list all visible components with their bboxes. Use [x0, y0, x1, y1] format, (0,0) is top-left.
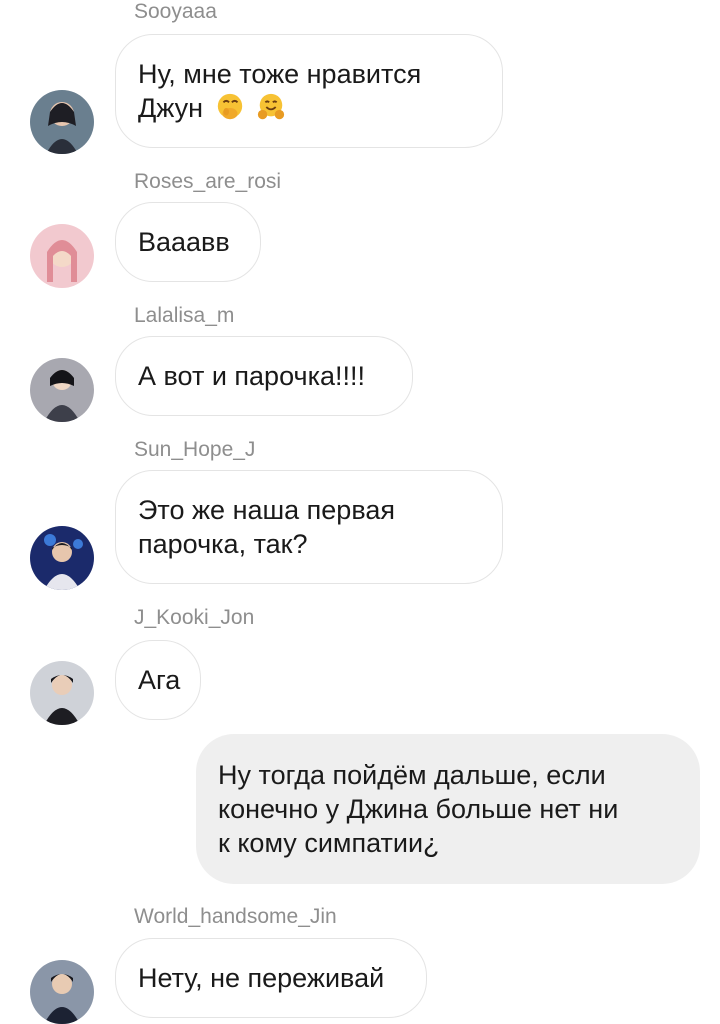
message-bubble[interactable]: А вот и парочка!!!! [115, 336, 413, 416]
message-bubble[interactable]: Ну, мне тоже нравится Джун [115, 34, 503, 148]
message-text: Ну тогда пойдём дальше, если [218, 760, 606, 790]
message-text: Это же наша первая [138, 495, 396, 525]
avatar-lalalisa[interactable] [30, 358, 94, 422]
message-bubble[interactable]: Нету, не переживай [115, 938, 427, 1018]
message-bubble[interactable]: Вааавв [115, 202, 261, 282]
sender-name: World_handsome_Jin [134, 905, 337, 928]
message-bubble[interactable]: Ага [115, 640, 201, 720]
sender-name: Sun_Hope_J [134, 438, 256, 461]
avatar-sooyaaa[interactable] [30, 90, 94, 154]
avatar-roses[interactable] [30, 224, 94, 288]
message-text: Ну, мне тоже нравится [138, 59, 422, 89]
message-text: парочка, так? [138, 529, 308, 559]
hand-over-mouth-emoji [217, 93, 242, 120]
avatar-jkooki[interactable] [30, 661, 94, 725]
sender-name: J_Kooki_Jon [134, 606, 255, 629]
message-text: Нету, не переживай [138, 963, 385, 993]
sender-name: Sooyaaa [134, 0, 217, 23]
message-text: А вот и парочка!!!! [138, 361, 365, 391]
message-text: Вааавв [138, 227, 230, 257]
sender-name: Roses_are_rosi [134, 170, 282, 193]
message-text: Ага [138, 665, 181, 695]
message-text: Джун [138, 93, 204, 123]
avatar-world-jin[interactable] [30, 960, 94, 1024]
message-text: к кому симпатии¿ [218, 828, 440, 858]
message-bubble[interactable]: Это же наша первая парочка, так? [115, 470, 503, 584]
avatar-sun-hope[interactable] [30, 526, 94, 590]
sender-name: Lalalisa_m [134, 304, 235, 327]
message-bubble-outgoing[interactable]: Ну тогда пойдём дальше, если конечно у Д… [196, 734, 700, 884]
hugging-face-emoji [257, 93, 285, 120]
message-text: конечно у Джина больше нет ни [218, 794, 619, 824]
